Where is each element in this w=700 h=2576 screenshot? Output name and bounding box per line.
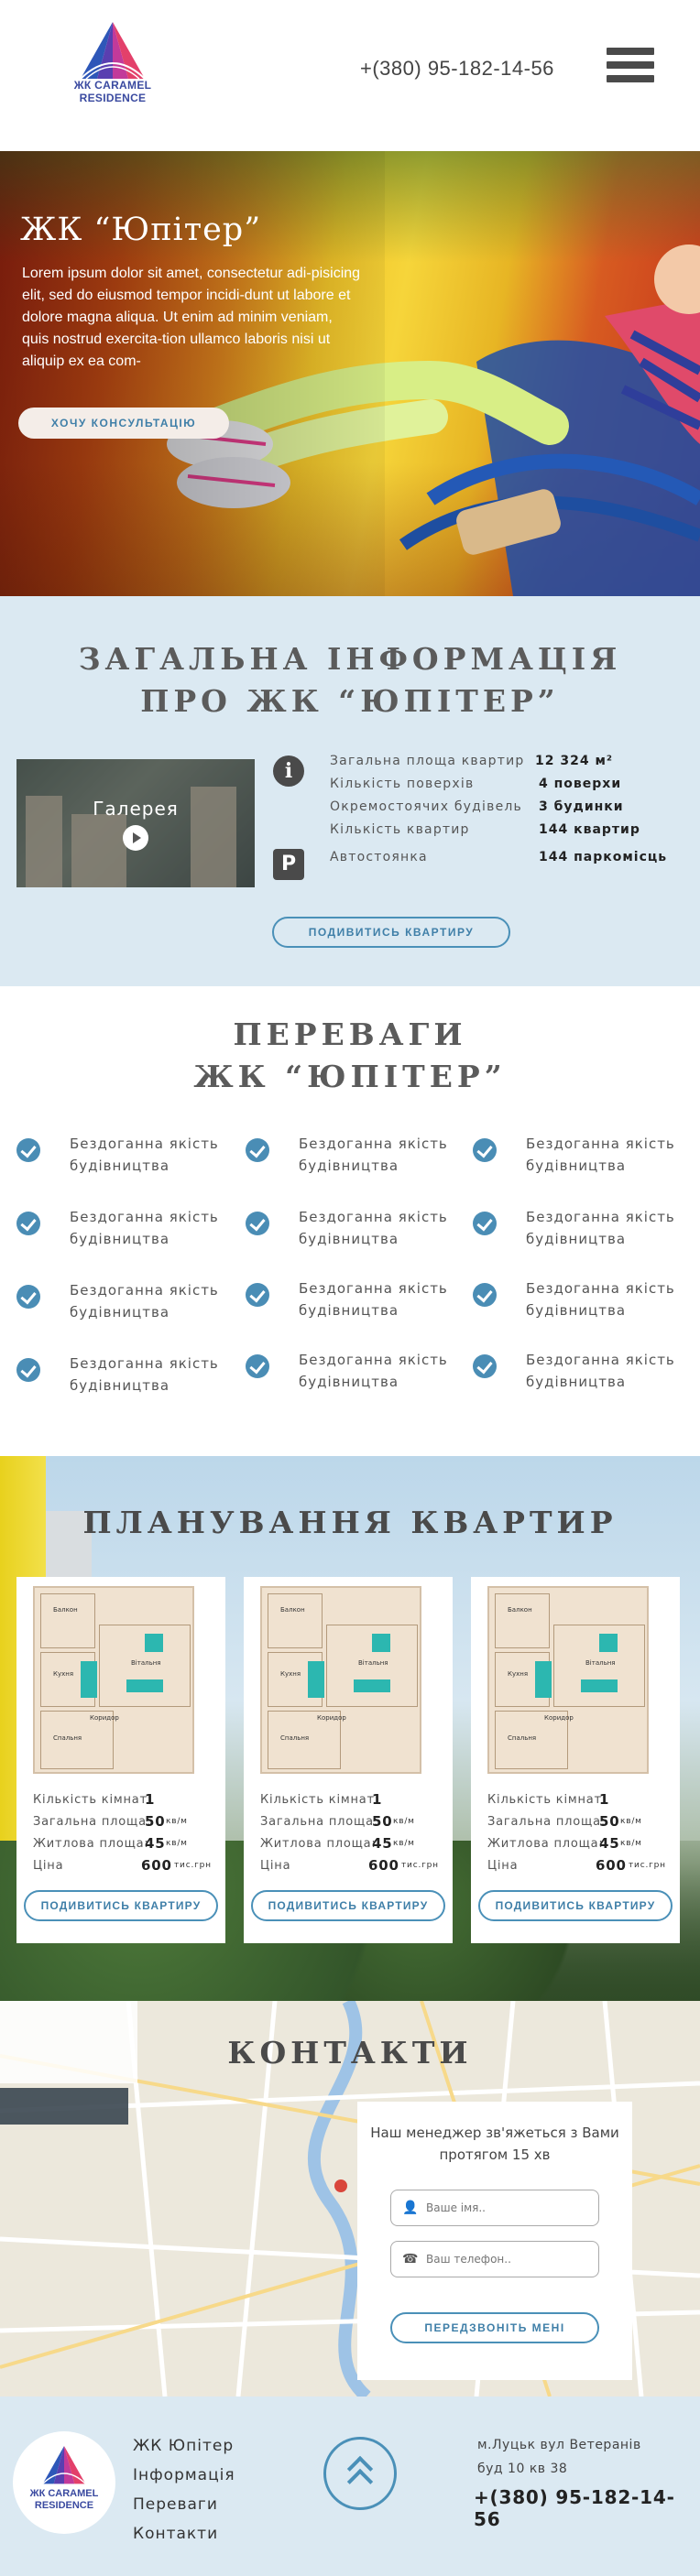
advantage-item: Бездоганна якість будівництва xyxy=(246,1349,456,1395)
fact-row: Окремостоячих будівель 3 будинки xyxy=(330,799,624,814)
parking-icon: P xyxy=(273,849,304,880)
advantage-item: Бездоганна якість будівництва xyxy=(473,1277,684,1323)
site-header: ЖК CARAMEL RESIDENCE +(380) 95-182-14-56 xyxy=(0,0,700,151)
area-row: Загальна площа: 50 кв/м xyxy=(33,1813,188,1830)
logo-mark-icon xyxy=(42,2446,86,2484)
floor-plan-image: Кухня Вітальня Коридор Спальня Балкон xyxy=(260,1586,421,1774)
advantage-item: Бездоганна якість будівництва xyxy=(16,1133,227,1179)
check-icon xyxy=(16,1138,40,1162)
check-icon xyxy=(246,1138,269,1162)
footer-nav-advantages[interactable]: Переваги xyxy=(133,2490,235,2519)
hero-title: ЖК “Юпітер” xyxy=(20,212,262,248)
contacts-section: КОНТАКТИ Наш менеджер зв'яжеться з Вами … xyxy=(0,2001,700,2397)
floor-plan-image: Кухня Вітальня Коридор Спальня Балкон xyxy=(487,1586,649,1774)
hero-text: Lorem ipsum dolor sit amet, consectetur … xyxy=(22,266,361,369)
footer-nav-info[interactable]: Інформація xyxy=(133,2461,235,2490)
contacts-title: КОНТАКТИ xyxy=(227,2035,473,2071)
living-row: Житлова площа: 45 кв/м xyxy=(487,1835,642,1852)
hero-banner: ЖК “Юпітер” Lorem ipsum dolor sit amet, … xyxy=(0,151,700,596)
view-apartment-button[interactable]: ПОДИВИТИСЬ КВАРТИРУ xyxy=(251,1890,445,1921)
area-row: Загальна площа: 50 кв/м xyxy=(260,1813,415,1830)
fact-row: Кількість квартир 144 квартир xyxy=(330,822,640,837)
floor-plan-image: Кухня Вітальня Коридор Спальня Балкон xyxy=(33,1586,194,1774)
fact-row: Автостоянка 144 паркомісць xyxy=(330,850,668,864)
phone-icon: ☎ xyxy=(402,2252,419,2266)
advantages-section: ПЕРЕВАГИ ЖК “ЮПІТЕР” Бездоганна якість б… xyxy=(0,986,700,1456)
general-info-section: ЗАГАЛЬНА ІНФОРМАЦІЯ ПРО ЖК “ЮПІТЕР” Гале… xyxy=(0,596,700,986)
logo-text-line2: RESIDENCE xyxy=(34,2500,94,2511)
logo[interactable]: ЖК CARAMEL RESIDENCE xyxy=(62,20,163,104)
apartment-card: Кухня Вітальня Коридор Спальня Балкон Кі… xyxy=(16,1577,225,1943)
check-icon xyxy=(246,1283,269,1307)
check-icon xyxy=(473,1354,497,1378)
menu-burger-icon[interactable] xyxy=(607,48,654,90)
advantage-item: Бездоганна якість будівництва xyxy=(246,1206,456,1252)
footer-nav: ЖК Юпітер Інформація Переваги Контакти xyxy=(133,2431,235,2549)
price-row: Ціна 600 тис.грн xyxy=(260,1857,439,1874)
logo-text-line2: RESIDENCE xyxy=(79,92,147,104)
header-phone[interactable]: +(380) 95-182-14-56 xyxy=(360,57,554,81)
advantage-item: Бездоганна якість будівництва xyxy=(246,1133,456,1179)
footer-nav-jupiter[interactable]: ЖК Юпітер xyxy=(133,2431,235,2461)
name-field[interactable]: 👤 xyxy=(390,2190,599,2226)
living-row: Житлова площа: 45 кв/м xyxy=(260,1835,415,1852)
page: ЖК CARAMEL RESIDENCE +(380) 95-182-14-56… xyxy=(0,0,700,2576)
rooms-row: Кількість кімнат: 1 xyxy=(33,1791,156,1808)
living-row: Житлова площа: 45 кв/м xyxy=(33,1835,188,1852)
phone-input[interactable] xyxy=(426,2249,591,2269)
form-note: Наш менеджер зв'яжеться з Вами протягом … xyxy=(370,2125,619,2163)
view-apartment-button[interactable]: ПОДИВИТИСЬ КВАРТИРУ xyxy=(24,1890,218,1921)
apartment-card: Кухня Вітальня Коридор Спальня Балкон Кі… xyxy=(244,1577,453,1943)
apartment-card: Кухня Вітальня Коридор Спальня Балкон Кі… xyxy=(471,1577,680,1943)
fact-row: Загальна площа квартир 12 324 м² xyxy=(330,754,614,768)
advantage-item: Бездоганна якість будівництва xyxy=(473,1349,684,1395)
advantages-title: ПЕРЕВАГИ ЖК “ЮПІТЕР” xyxy=(193,1016,507,1094)
price-row: Ціна 600 тис.грн xyxy=(33,1857,212,1874)
callback-button[interactable]: ПЕРЕДЗВОНІТЬ МЕНІ xyxy=(390,2312,599,2343)
check-icon xyxy=(473,1138,497,1162)
check-icon xyxy=(246,1212,269,1235)
check-icon xyxy=(16,1212,40,1235)
advantage-item: Бездоганна якість будівництва xyxy=(473,1133,684,1179)
view-apartment-button[interactable]: ПОДИВИТИСЬ КВАРТИРУ xyxy=(478,1890,673,1921)
advantage-item: Бездоганна якість будівництва xyxy=(16,1353,227,1398)
check-icon xyxy=(473,1283,497,1307)
check-icon xyxy=(16,1358,40,1382)
advantage-item: Бездоганна якість будівництва xyxy=(246,1277,456,1323)
planning-title: ПЛАНУВАННЯ КВАРТИР xyxy=(82,1505,618,1540)
advantage-item: Бездоганна якість будівництва xyxy=(16,1206,227,1252)
info-icon: i xyxy=(273,755,304,787)
gallery-thumbnail[interactable]: Галерея xyxy=(16,759,255,887)
apartment-planning-section: ПЛАНУВАННЯ КВАРТИР Кухня Вітальня Коридо… xyxy=(0,1456,700,2001)
info-title: ЗАГАЛЬНА ІНФОРМАЦІЯ ПРО ЖК “ЮПІТЕР” xyxy=(78,641,622,719)
footer-address: м.Луцьк вул Ветеранів буд 10 кв 38 xyxy=(477,2438,641,2476)
footer-nav-contacts[interactable]: Контакти xyxy=(133,2519,235,2549)
advantage-item: Бездоганна якість будівництва xyxy=(473,1206,684,1252)
consultation-button[interactable]: ХОЧУ КОНСУЛЬТАЦІЮ xyxy=(18,408,229,439)
gallery-label: Галерея xyxy=(93,798,179,820)
play-icon[interactable] xyxy=(123,825,148,851)
callback-form: Наш менеджер зв'яжеться з Вами протягом … xyxy=(357,2102,632,2380)
footer-logo[interactable]: ЖК CARAMEL RESIDENCE xyxy=(13,2431,115,2534)
logo-mark-icon xyxy=(80,22,146,79)
advantage-item: Бездоганна якість будівництва xyxy=(16,1279,227,1325)
area-row: Загальна площа: 50 кв/м xyxy=(487,1813,642,1830)
logo-text-line1: ЖК CARAMEL xyxy=(29,2488,99,2499)
phone-field[interactable]: ☎ xyxy=(390,2241,599,2277)
price-row: Ціна 600 тис.грн xyxy=(487,1857,666,1874)
user-icon: 👤 xyxy=(402,2201,419,2215)
name-input[interactable] xyxy=(426,2198,591,2218)
logo-text-line1: ЖК CARAMEL xyxy=(73,79,152,92)
check-icon xyxy=(473,1212,497,1235)
check-icon xyxy=(16,1285,40,1309)
site-footer: ЖК CARAMEL RESIDENCE ЖК Юпітер Інформаці… xyxy=(0,2397,700,2576)
check-icon xyxy=(246,1354,269,1378)
view-apartment-button[interactable]: ПОДИВИТИСЬ КВАРТИРУ xyxy=(272,917,510,948)
rooms-row: Кількість кімнат: 1 xyxy=(260,1791,383,1808)
rooms-row: Кількість кімнат: 1 xyxy=(487,1791,610,1808)
scroll-up-icon[interactable] xyxy=(323,2437,397,2510)
footer-phone[interactable]: +(380) 95-182-14-56 xyxy=(474,2486,700,2530)
fact-row: Кількість поверхів 4 поверхи xyxy=(330,777,622,791)
